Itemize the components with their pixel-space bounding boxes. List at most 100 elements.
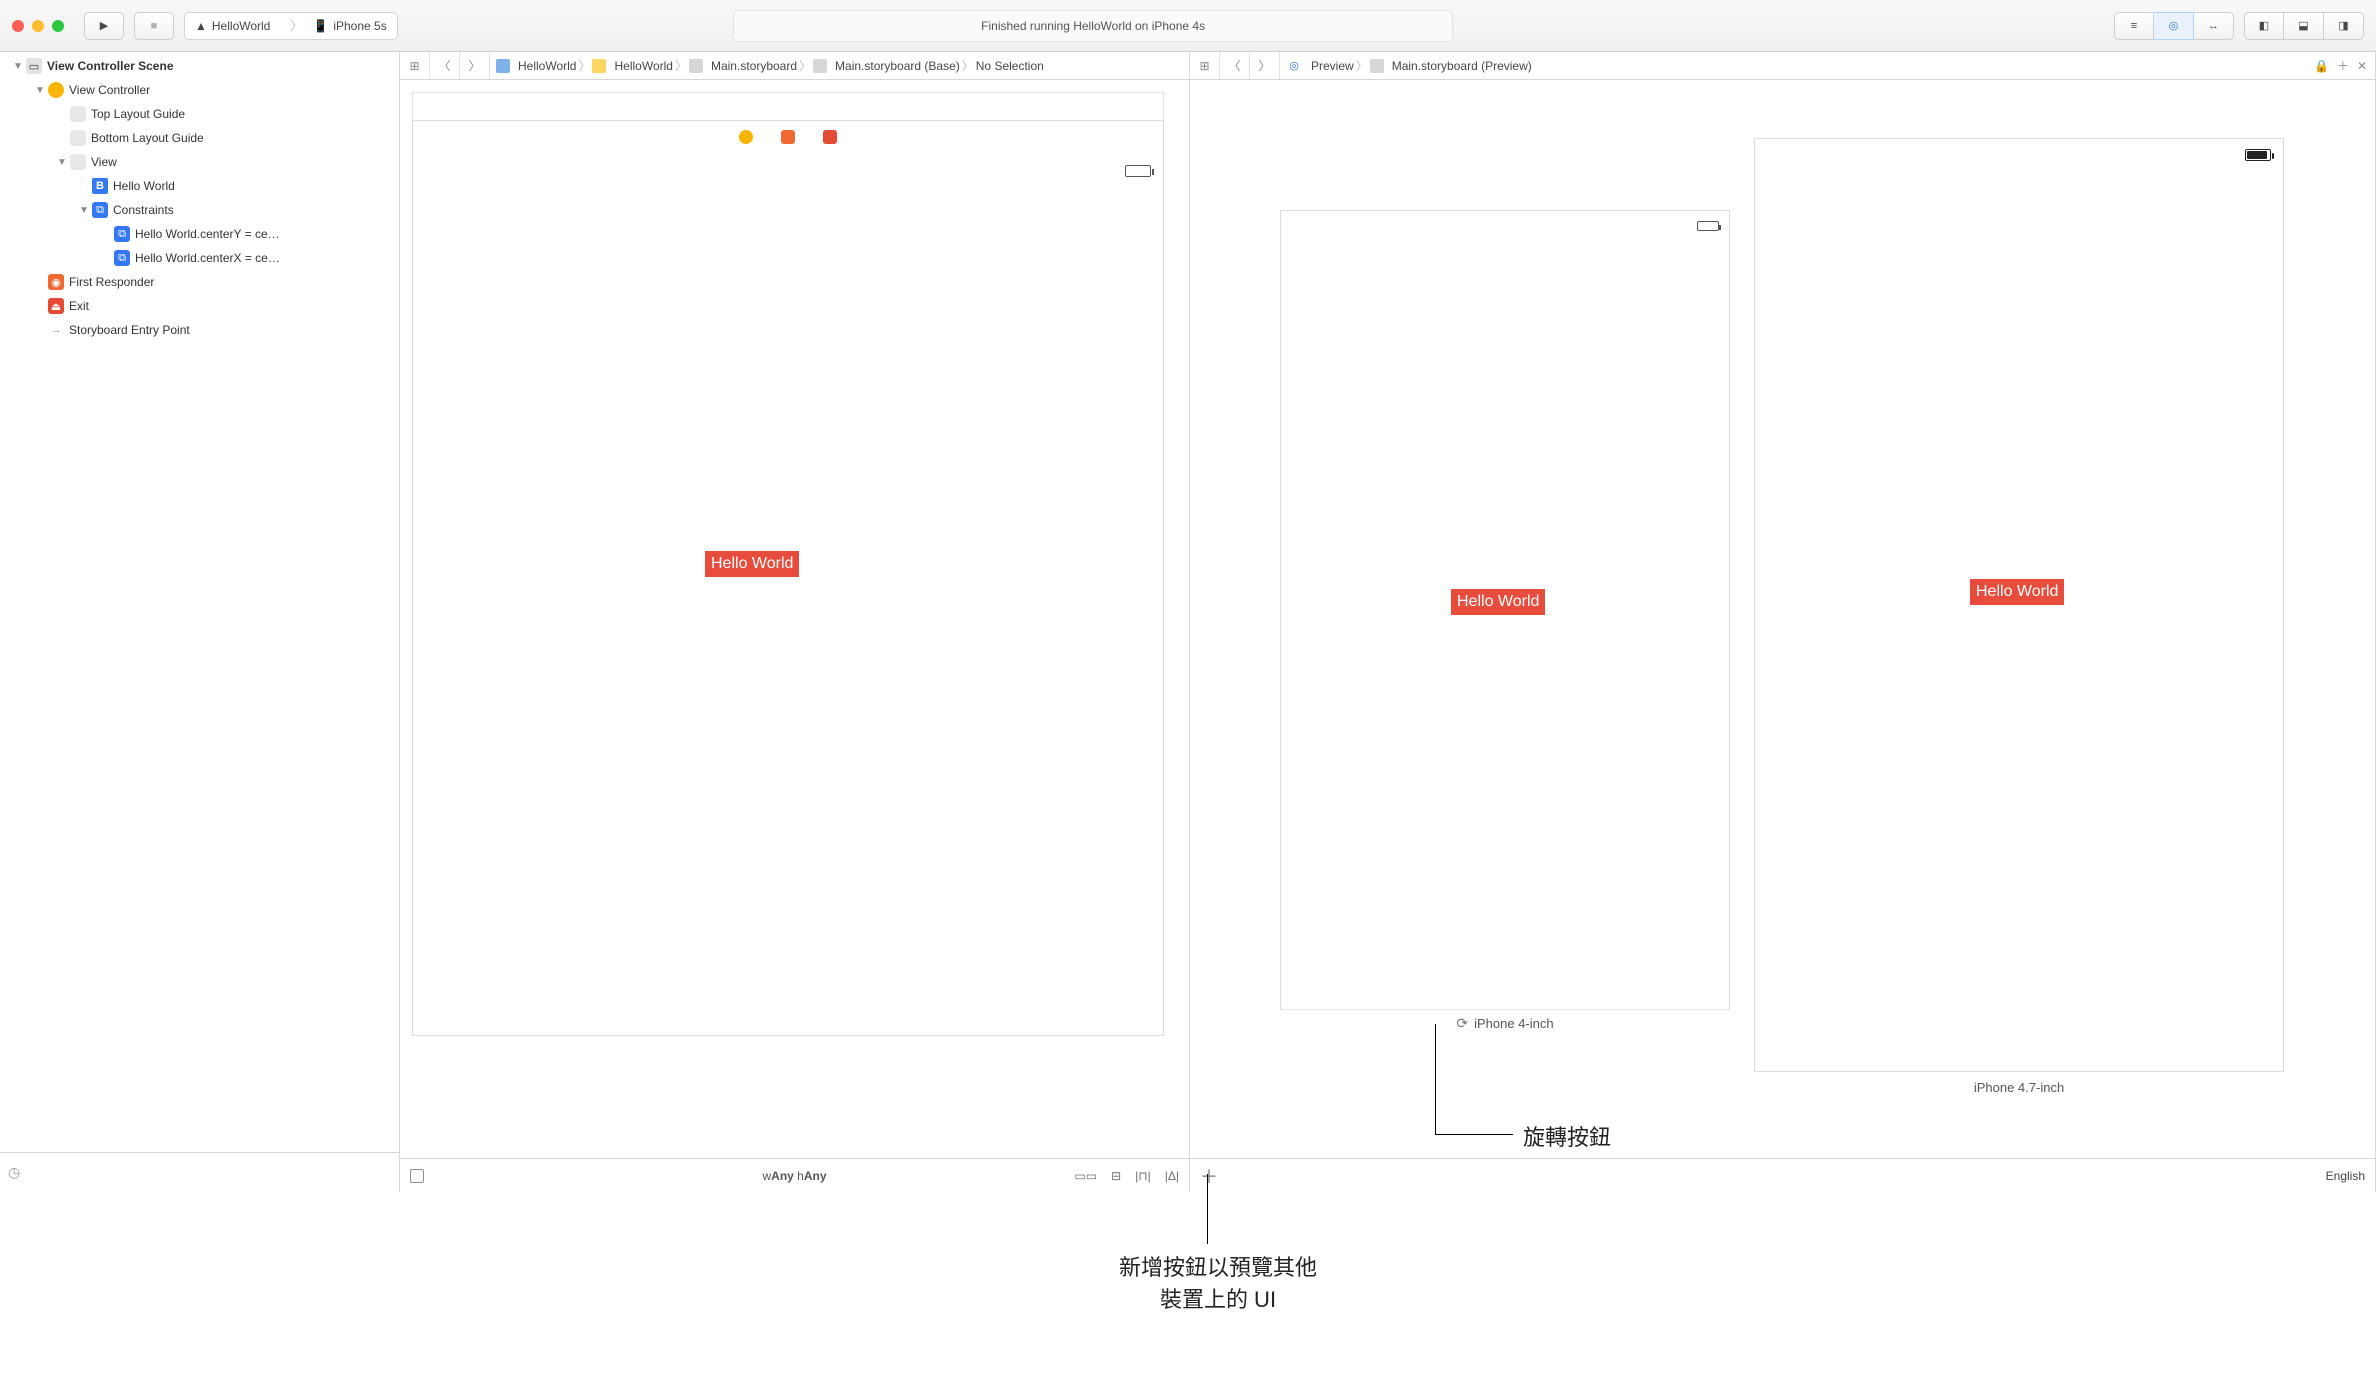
preview-device-4inch[interactable]: Hello World ⟳ iPhone 4-inch — [1280, 210, 1730, 1010]
outline-row[interactable]: →Storyboard Entry Point — [0, 318, 399, 342]
label-icon: B — [92, 178, 108, 194]
outline-row[interactable]: ⧉ Hello World.centerY = ce… — [0, 222, 399, 246]
forward-button[interactable]: 〉 — [460, 52, 490, 79]
document-outline: ▼▭View Controller Scene▼View ControllerT… — [0, 52, 400, 1192]
play-icon: ▶ — [100, 19, 108, 32]
vc-icon — [48, 82, 64, 98]
minimize-window-button[interactable] — [32, 20, 44, 32]
size-class-control[interactable]: wAny hAny — [762, 1169, 826, 1183]
storyboard-canvas[interactable]: Hello World — [400, 80, 1189, 1158]
run-button[interactable]: ▶ — [84, 12, 124, 40]
outline-row[interactable]: ▼ View — [0, 150, 399, 174]
app-icon: ▲ — [195, 19, 207, 33]
view-controller-scene[interactable]: Hello World — [412, 120, 1164, 1036]
outline-tree[interactable]: ▼▭View Controller Scene▼View ControllerT… — [0, 52, 399, 1152]
outline-row[interactable]: ▼⧉Constraints — [0, 198, 399, 222]
resolve-icon[interactable]: |Δ| — [1165, 1169, 1179, 1183]
panel-bottom-icon: ⬓ — [2298, 19, 2308, 32]
statusbar-battery-icon — [1125, 165, 1151, 177]
outline-item-label: Hello World.centerY = ce… — [135, 227, 280, 241]
panel-left-icon: ◧ — [2259, 19, 2269, 32]
back-button[interactable]: 〈 — [430, 52, 460, 79]
scene-icon: ▭ — [26, 58, 42, 74]
outline-filter-input[interactable] — [28, 1166, 391, 1180]
outline-row[interactable]: ◉First Responder — [0, 270, 399, 294]
storyboard-file-icon — [689, 59, 703, 73]
folder-icon — [592, 59, 606, 73]
scene-dock — [739, 130, 837, 144]
callout-add-line1: 新增按鈕以預覽其他 — [1088, 1250, 1348, 1282]
toggle-navigator-button[interactable]: ◧ — [2244, 12, 2284, 40]
device-icon: 📱 — [313, 19, 328, 33]
outline-row[interactable]: ▼▭View Controller Scene — [0, 54, 399, 78]
related-items-right-button[interactable]: ⊞ — [1190, 52, 1220, 79]
device-4inch-footer: ⟳ iPhone 4-inch — [1281, 1009, 1729, 1037]
outline-filter-bar: ◷ — [0, 1152, 399, 1192]
related-items-button[interactable]: ⊞ — [400, 52, 430, 79]
jump-bar-path[interactable]: HelloWorld 〉 HelloWorld 〉 Main.storyboar… — [490, 52, 1050, 79]
preview-language-button[interactable]: English — [2326, 1169, 2365, 1183]
stop-button[interactable]: ■ — [134, 12, 174, 40]
outline-item-label: Constraints — [113, 203, 174, 217]
outline-item-label: View Controller — [69, 83, 150, 97]
scheme-device-label: iPhone 5s — [333, 19, 386, 33]
constraint-icon: ⧉ — [114, 226, 130, 242]
main-split: ▼▭View Controller Scene▼View ControllerT… — [0, 52, 2376, 1192]
standard-editor-button[interactable]: ≡ — [2114, 12, 2154, 40]
scheme-selector[interactable]: ▲ HelloWorld 📱 iPhone 5s — [184, 12, 398, 40]
back-right-button[interactable]: 〈 — [1220, 52, 1250, 79]
disclosure-triangle[interactable]: ▼ — [78, 204, 90, 216]
lock-icon[interactable]: 🔒 — [2314, 59, 2329, 73]
annotation-layer: 新增按鈕以預覽其他 裝置上的 UI — [0, 1192, 2376, 1332]
outline-item-label: First Responder — [69, 275, 154, 289]
editor-mode-group: ≡ ◎ ↔ — [2114, 12, 2234, 40]
disclosure-triangle[interactable]: ▼ — [34, 84, 46, 96]
preview-device-47inch[interactable]: Hello World — [1754, 138, 2284, 1072]
activity-status: Finished running HelloWorld on iPhone 4s — [733, 10, 1453, 42]
add-assistant-button[interactable]: ＋ — [2337, 57, 2349, 74]
toggle-utilities-button[interactable]: ◨ — [2324, 12, 2364, 40]
constraint-icon: ⧉ — [114, 250, 130, 266]
outline-item-label: View — [91, 155, 117, 169]
pin-icon[interactable]: |⊓| — [1135, 1169, 1151, 1183]
align-icon[interactable]: ⊟ — [1111, 1169, 1121, 1183]
outline-item-label: Top Layout Guide — [91, 107, 185, 121]
outline-toggle-icon[interactable] — [410, 1169, 424, 1183]
circles-icon: ◎ — [2169, 19, 2179, 32]
vc-dock-icon[interactable] — [739, 130, 753, 144]
lines-icon: ≡ — [2131, 20, 2137, 32]
first-responder-dock-icon[interactable] — [781, 130, 795, 144]
guide-icon — [70, 130, 86, 146]
crumb-folder: HelloWorld — [614, 59, 672, 73]
rotate-icon[interactable]: ⟳ — [1456, 1015, 1468, 1032]
forward-right-button[interactable]: 〉 — [1250, 52, 1280, 79]
jump-bar-right: ⊞ 〈 〉 ◎Preview 〉 Main.storyboard (Previe… — [1190, 52, 2375, 80]
disclosure-triangle[interactable]: ▼ — [12, 60, 24, 72]
panel-right-icon: ◨ — [2338, 19, 2348, 32]
zoom-window-button[interactable] — [52, 20, 64, 32]
close-window-button[interactable] — [12, 20, 24, 32]
disclosure-triangle — [56, 108, 68, 120]
crumb-file: Main.storyboard — [711, 59, 797, 73]
outline-row[interactable]: ⧉Hello World.centerX = ce… — [0, 246, 399, 270]
exit-dock-icon[interactable] — [823, 130, 837, 144]
recent-icon[interactable]: ◷ — [8, 1164, 20, 1181]
assistant-editor-button[interactable]: ◎ — [2154, 12, 2194, 40]
close-assistant-button[interactable]: ✕ — [2357, 59, 2367, 73]
outline-row[interactable]: ⏏Exit — [0, 294, 399, 318]
disclosure-triangle — [100, 228, 112, 240]
add-preview-device-button[interactable]: ＋ — [1200, 1163, 1218, 1189]
hello-world-label[interactable]: Hello World — [705, 551, 799, 577]
jump-bar-right-path[interactable]: ◎Preview 〉 Main.storyboard (Preview) — [1280, 52, 1538, 79]
editors: ⊞ 〈 〉 HelloWorld 〉 HelloWorld 〉 Main.sto… — [400, 52, 2376, 1192]
outline-row[interactable]: Bottom Layout Guide — [0, 126, 399, 150]
panel-toggle-group: ◧ ⬓ ◨ — [2244, 12, 2364, 40]
toggle-debug-button[interactable]: ⬓ — [2284, 12, 2324, 40]
stack-icon[interactable]: ▭▭ — [1074, 1169, 1097, 1183]
outline-row[interactable]: Top Layout Guide — [0, 102, 399, 126]
version-editor-button[interactable]: ↔ — [2194, 12, 2234, 40]
preview-canvas[interactable]: Hello World ⟳ iPhone 4-inch Hello World … — [1190, 80, 2375, 1158]
disclosure-triangle[interactable]: ▼ — [56, 156, 68, 168]
outline-row[interactable]: BHello World — [0, 174, 399, 198]
outline-row[interactable]: ▼ View Controller — [0, 78, 399, 102]
